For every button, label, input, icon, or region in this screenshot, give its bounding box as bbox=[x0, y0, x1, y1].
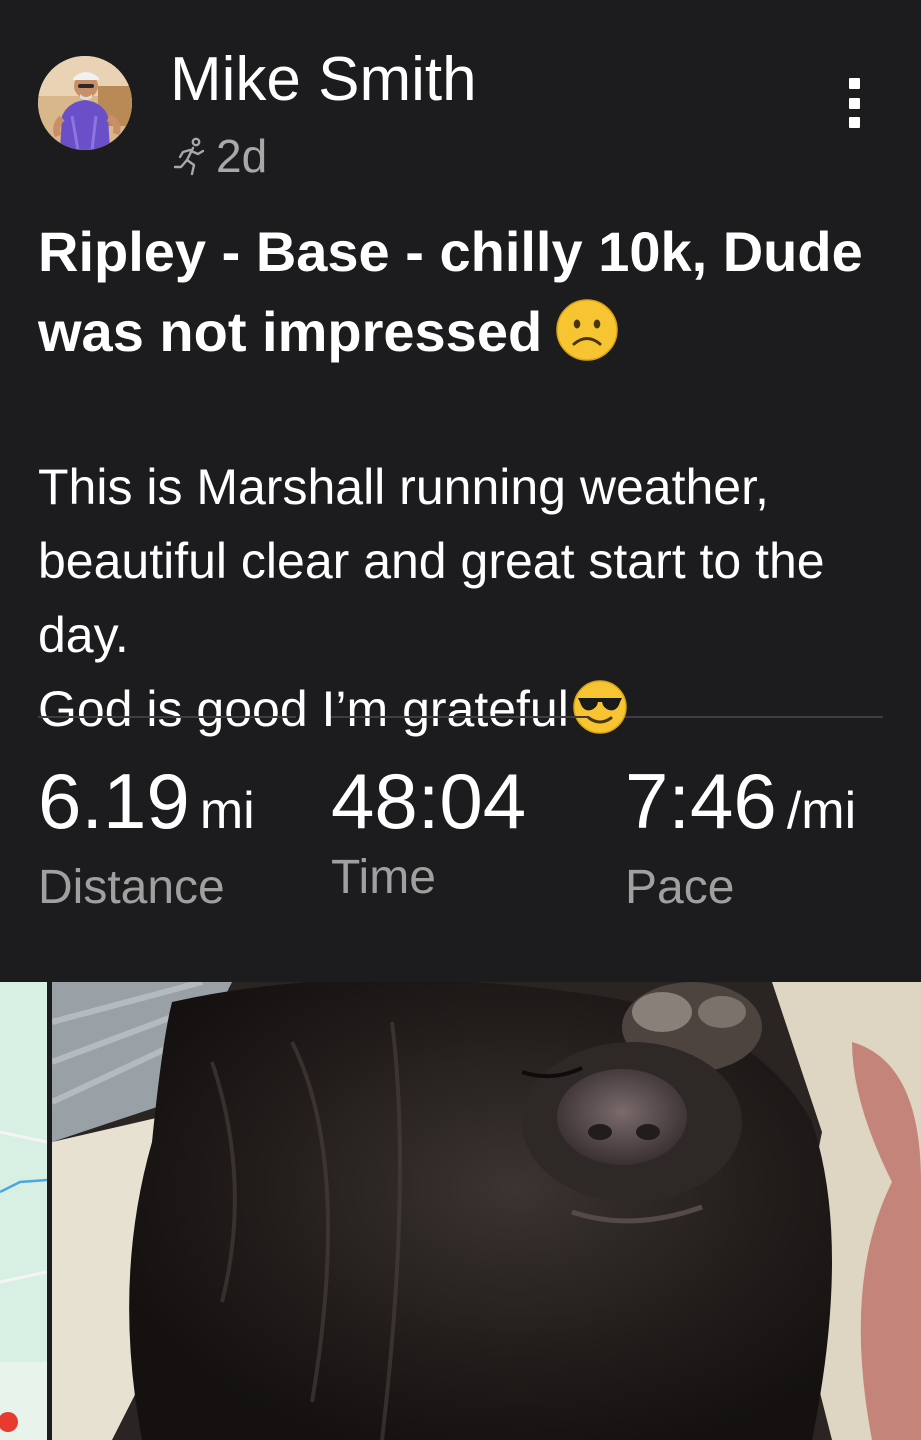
running-icon bbox=[173, 137, 205, 176]
activity-description-block: This is Marshall running weather, beauti… bbox=[38, 376, 898, 746]
activity-photo[interactable] bbox=[52, 982, 921, 1440]
stat-time-label: Time bbox=[331, 851, 436, 904]
more-options-icon bbox=[848, 78, 860, 89]
route-map-thumbnail[interactable] bbox=[0, 982, 47, 1440]
stat-time: 48:04 Time bbox=[331, 756, 526, 908]
athlete-avatar[interactable] bbox=[38, 56, 132, 150]
stat-pace-label: Pace bbox=[625, 861, 735, 914]
activity-description: This is Marshall running weather, beauti… bbox=[38, 459, 825, 737]
frowning-face-emoji-icon bbox=[556, 299, 618, 361]
stat-distance: 6.19 mi Distance bbox=[38, 756, 255, 918]
more-options-button[interactable] bbox=[838, 78, 870, 128]
stat-divider bbox=[38, 716, 296, 718]
route-map-image bbox=[0, 982, 47, 1440]
media-carousel[interactable] bbox=[0, 982, 921, 1440]
time-ago: 2d bbox=[216, 130, 268, 182]
smiling-face-with-sunglasses-emoji-icon bbox=[573, 680, 627, 734]
stat-pace-unit: /mi bbox=[786, 782, 857, 840]
avatar-image bbox=[38, 56, 132, 150]
stat-divider bbox=[331, 716, 589, 718]
stat-pace: 7:46/mi Pace bbox=[625, 756, 856, 918]
stat-distance-label: Distance bbox=[38, 861, 225, 914]
stat-pace-value: 7:46/mi bbox=[625, 757, 857, 845]
stat-distance-value: 6.19 mi bbox=[38, 757, 255, 845]
stat-distance-unit: mi bbox=[199, 782, 255, 840]
activity-meta: 2d bbox=[172, 130, 267, 182]
athlete-name[interactable]: Mike Smith bbox=[170, 44, 477, 116]
stat-time-value: 48:04 bbox=[331, 757, 527, 845]
sleeping-dog-photo bbox=[52, 982, 921, 1440]
stat-divider bbox=[625, 716, 883, 718]
activity-title: Ripley - Base - chilly 10k, Dude was not… bbox=[38, 220, 863, 363]
activity-title-block[interactable]: Ripley - Base - chilly 10k, Dude was not… bbox=[38, 212, 898, 372]
